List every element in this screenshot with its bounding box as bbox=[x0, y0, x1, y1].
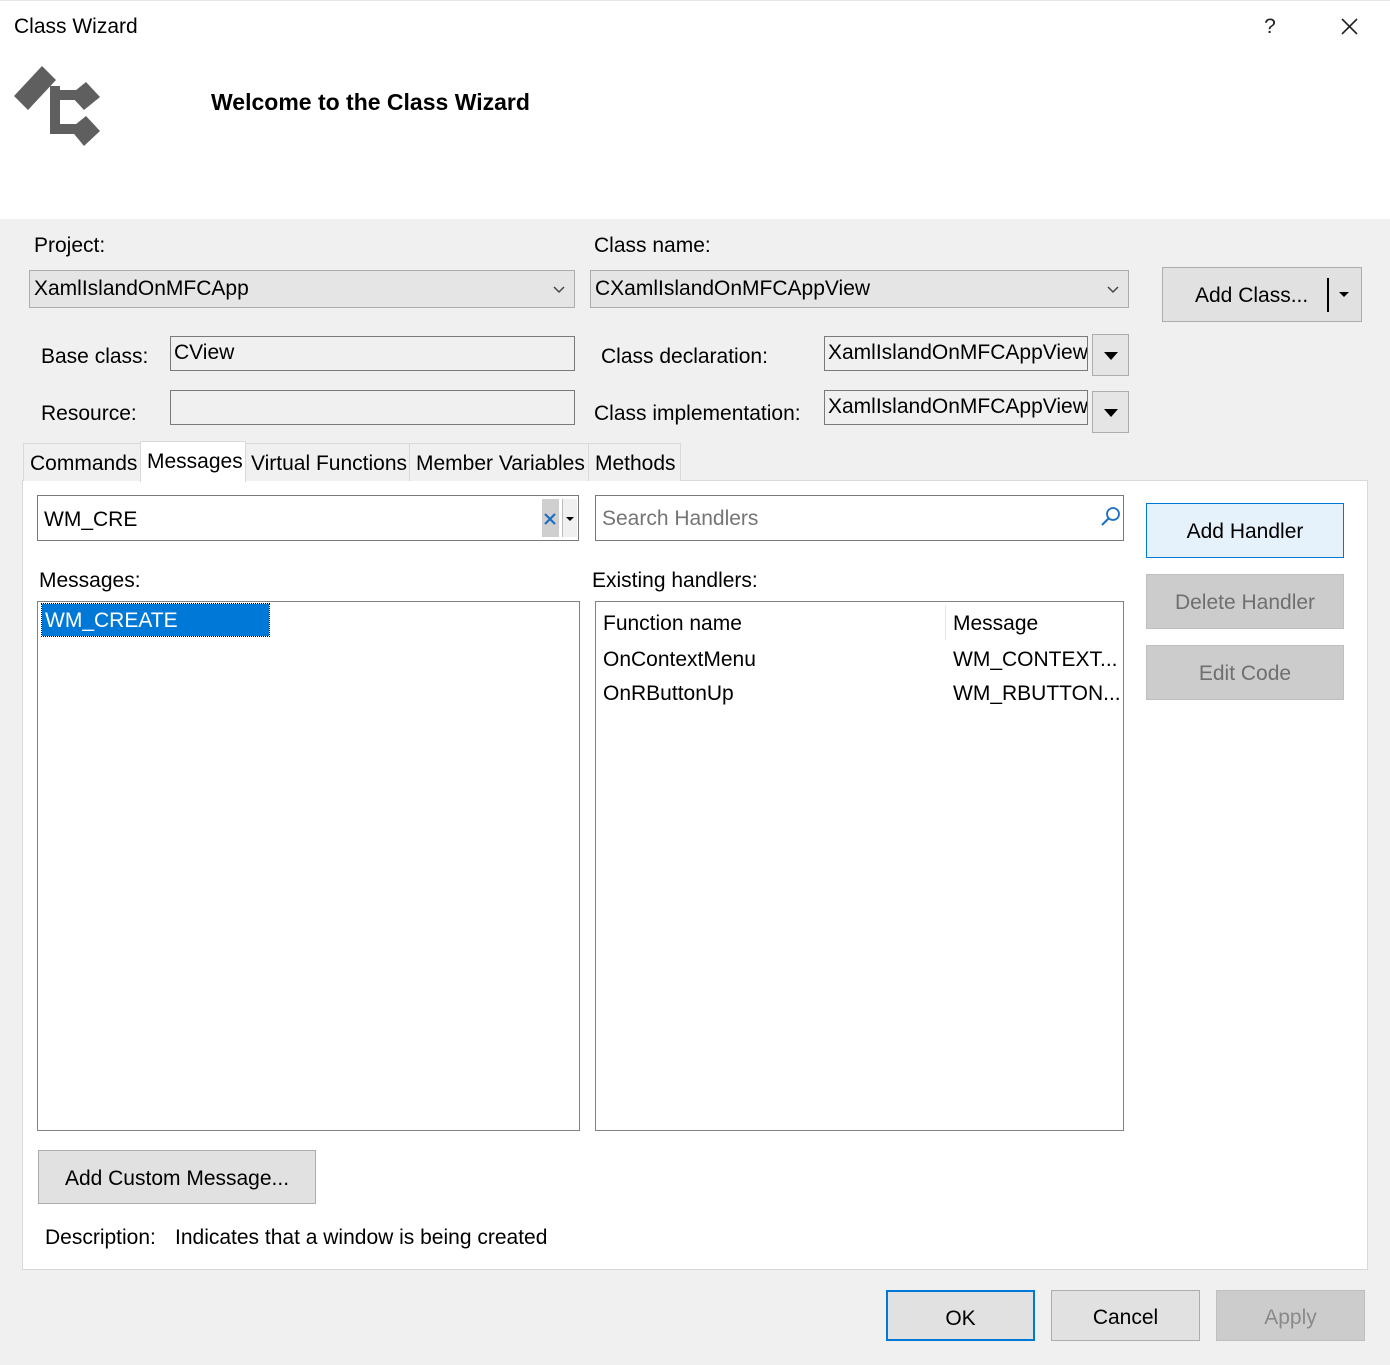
resource-field bbox=[170, 390, 575, 425]
dropdown-arrow-icon bbox=[566, 517, 574, 521]
column-divider[interactable] bbox=[945, 606, 946, 640]
tab-commands[interactable]: Commands bbox=[23, 443, 141, 481]
class-declaration-dropdown[interactable] bbox=[1092, 334, 1129, 376]
add-custom-message-button[interactable]: Add Custom Message... bbox=[38, 1150, 316, 1204]
help-button[interactable]: ? bbox=[1255, 10, 1285, 44]
class-implementation-dropdown[interactable] bbox=[1092, 391, 1129, 433]
add-class-button[interactable]: Add Class... bbox=[1162, 267, 1362, 322]
dialog-header bbox=[0, 0, 1390, 219]
description-value: Indicates that a window is being created bbox=[175, 1226, 548, 1249]
resource-label: Resource: bbox=[41, 402, 137, 425]
base-class-label: Base class: bbox=[41, 345, 149, 368]
handler-function[interactable]: OnRButtonUp bbox=[603, 682, 734, 706]
column-header-message[interactable]: Message bbox=[953, 612, 1038, 636]
add-handler-button[interactable]: Add Handler bbox=[1146, 503, 1344, 558]
close-button[interactable] bbox=[1332, 8, 1368, 44]
page-title: Welcome to the Class Wizard bbox=[211, 89, 530, 115]
base-class-field: CView bbox=[170, 336, 575, 371]
class-name-value: CXamlIslandOnMFCAppView bbox=[595, 277, 871, 300]
existing-handlers-label: Existing handlers: bbox=[592, 569, 758, 592]
apply-button[interactable]: Apply bbox=[1216, 1290, 1365, 1341]
handler-function[interactable]: OnContextMenu bbox=[603, 648, 756, 672]
class-name-combobox[interactable]: CXamlIslandOnMFCAppView bbox=[590, 270, 1129, 308]
project-label: Project: bbox=[34, 234, 106, 257]
description-label: Description: bbox=[45, 1226, 156, 1249]
search-handlers-box[interactable] bbox=[595, 495, 1124, 541]
list-item[interactable]: WM_CREATE bbox=[41, 603, 270, 637]
tab-messages[interactable]: Messages bbox=[140, 441, 246, 482]
split-divider bbox=[1327, 278, 1329, 312]
project-value: XamlIslandOnMFCApp bbox=[34, 277, 249, 300]
class-declaration-label: Class declaration: bbox=[601, 345, 768, 368]
tab-virtual-functions[interactable]: Virtual Functions bbox=[244, 443, 410, 481]
message-filter-value: WM_CRE bbox=[44, 508, 138, 531]
chevron-down-icon bbox=[553, 286, 565, 294]
ok-button[interactable]: OK bbox=[886, 1290, 1035, 1341]
chevron-down-icon bbox=[1107, 286, 1119, 294]
class-declaration-field: XamlIslandOnMFCAppView. bbox=[824, 336, 1088, 371]
dropdown-arrow-icon[interactable] bbox=[1337, 290, 1351, 300]
tab-member-variables[interactable]: Member Variables bbox=[409, 443, 589, 481]
search-icon[interactable] bbox=[1100, 506, 1122, 528]
close-icon bbox=[1341, 18, 1358, 35]
class-name-label: Class name: bbox=[594, 234, 711, 257]
class-wizard-icon bbox=[12, 60, 104, 154]
window-title: Class Wizard bbox=[14, 15, 138, 38]
search-handlers-input[interactable] bbox=[600, 504, 1084, 534]
column-header-function[interactable]: Function name bbox=[603, 612, 742, 636]
messages-listbox[interactable]: WM_CREATE bbox=[37, 601, 580, 1131]
handler-message[interactable]: WM_RBUTTON... bbox=[953, 682, 1121, 706]
class-implementation-label: Class implementation: bbox=[594, 402, 801, 425]
class-implementation-field: XamlIslandOnMFCAppView. bbox=[824, 390, 1088, 425]
cancel-button[interactable]: Cancel bbox=[1051, 1290, 1200, 1341]
add-class-label: Add Class... bbox=[1195, 284, 1309, 307]
tab-methods[interactable]: Methods bbox=[588, 443, 681, 481]
message-filter-combobox[interactable]: WM_CRE bbox=[37, 495, 579, 541]
delete-handler-button[interactable]: Delete Handler bbox=[1146, 574, 1344, 629]
handler-message[interactable]: WM_CONTEXT... bbox=[953, 648, 1118, 672]
existing-handlers-list[interactable]: Function name Message OnContextMenu WM_C… bbox=[595, 601, 1124, 1131]
clear-filter-button[interactable] bbox=[542, 499, 559, 537]
filter-dropdown-button[interactable] bbox=[562, 499, 577, 537]
clear-icon bbox=[544, 513, 556, 525]
messages-label: Messages: bbox=[39, 569, 141, 592]
edit-code-button[interactable]: Edit Code bbox=[1146, 645, 1344, 700]
project-combobox[interactable]: XamlIslandOnMFCApp bbox=[29, 270, 575, 308]
